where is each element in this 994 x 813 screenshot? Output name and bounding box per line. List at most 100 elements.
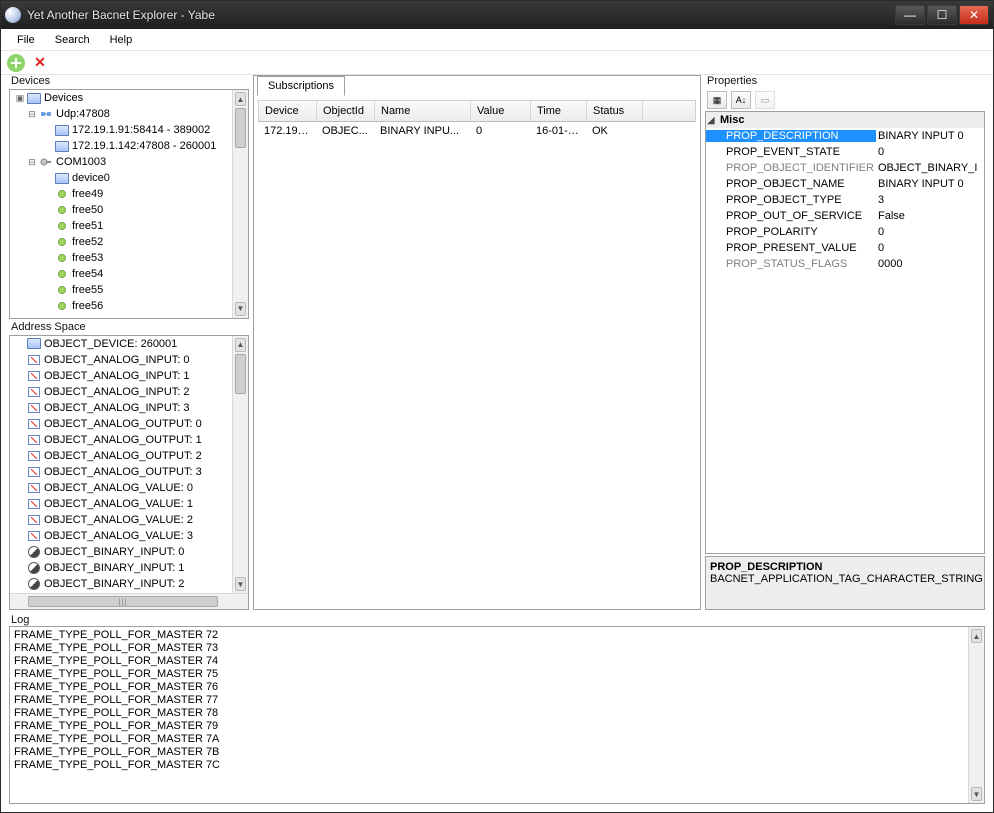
- free-node[interactable]: free56: [72, 300, 103, 312]
- property-value[interactable]: BINARY INPUT 0: [876, 178, 984, 190]
- maximize-button[interactable]: ☐: [927, 5, 957, 25]
- menu-help[interactable]: Help: [100, 31, 143, 49]
- property-key: PROP_DESCRIPTION: [706, 130, 876, 142]
- object-node[interactable]: OBJECT_BINARY_INPUT: 2: [44, 578, 184, 590]
- expander-icon[interactable]: ⊟: [26, 109, 38, 120]
- alphabetical-button[interactable]: A↓: [731, 91, 751, 109]
- property-key: PROP_OBJECT_NAME: [706, 178, 876, 190]
- free-node[interactable]: free53: [72, 252, 103, 264]
- free-slot-icon: [58, 206, 66, 214]
- address-space-tree[interactable]: OBJECT_DEVICE: 260001 OBJECT_ANALOG_INPU…: [10, 336, 248, 593]
- property-row[interactable]: PROP_EVENT_STATE0: [706, 144, 984, 160]
- log-output[interactable]: FRAME_TYPE_POLL_FOR_MASTER 72FRAME_TYPE_…: [9, 626, 985, 804]
- device-node[interactable]: device0: [72, 172, 110, 184]
- property-row[interactable]: PROP_DESCRIPTIONBINARY INPUT 0: [706, 128, 984, 144]
- subscription-row[interactable]: 172.19.1... OBJEC... BINARY INPU... 0 16…: [258, 122, 696, 142]
- property-row[interactable]: PROP_POLARITY0: [706, 224, 984, 240]
- col-time[interactable]: Time: [531, 101, 587, 121]
- scrollbar-vertical[interactable]: ▲▼: [232, 336, 248, 593]
- col-objectid[interactable]: ObjectId: [317, 101, 375, 121]
- property-category[interactable]: ◢Misc: [706, 112, 984, 128]
- devices-label: Devices: [9, 75, 249, 87]
- free-node[interactable]: free55: [72, 284, 103, 296]
- object-node[interactable]: OBJECT_ANALOG_INPUT: 2: [44, 386, 190, 398]
- minimize-button[interactable]: —: [895, 5, 925, 25]
- property-value[interactable]: 3: [876, 194, 984, 206]
- app-icon: [5, 7, 21, 23]
- device-node[interactable]: 172.19.1.142:47808 - 260001: [72, 140, 216, 152]
- col-name[interactable]: Name: [375, 101, 471, 121]
- property-row[interactable]: PROP_STATUS_FLAGS0000: [706, 256, 984, 272]
- categorized-button[interactable]: ▦: [707, 91, 727, 109]
- property-value[interactable]: BINARY INPUT 0: [876, 130, 984, 142]
- object-node[interactable]: OBJECT_ANALOG_OUTPUT: 2: [44, 450, 202, 462]
- object-node[interactable]: OBJECT_ANALOG_VALUE: 2: [44, 514, 193, 526]
- object-node[interactable]: OBJECT_ANALOG_VALUE: 1: [44, 498, 193, 510]
- tab-subscriptions[interactable]: Subscriptions: [257, 76, 345, 96]
- menu-file[interactable]: File: [7, 31, 45, 49]
- property-row[interactable]: PROP_OBJECT_NAMEBINARY INPUT 0: [706, 176, 984, 192]
- property-grid[interactable]: ◢Misc PROP_DESCRIPTIONBINARY INPUT 0PROP…: [705, 111, 985, 554]
- collapse-icon[interactable]: ◢: [706, 115, 716, 126]
- property-key: PROP_POLARITY: [706, 226, 876, 238]
- devices-root[interactable]: Devices: [44, 92, 83, 104]
- devices-tree[interactable]: ▣ Devices ⊟ Udp:47808 172.19.1.91:58414 - …: [10, 90, 248, 318]
- com-node[interactable]: COM1003: [56, 156, 106, 168]
- delete-button[interactable]: ✕: [31, 54, 49, 72]
- col-device[interactable]: Device: [259, 101, 317, 121]
- object-node[interactable]: OBJECT_ANALOG_OUTPUT: 3: [44, 466, 202, 478]
- property-key: PROP_OUT_OF_SERVICE: [706, 210, 876, 222]
- analog-icon: [28, 515, 40, 525]
- log-line: FRAME_TYPE_POLL_FOR_MASTER 79: [14, 720, 980, 733]
- object-node[interactable]: OBJECT_ANALOG_INPUT: 1: [44, 370, 190, 382]
- property-value[interactable]: 0000: [876, 258, 984, 270]
- object-node[interactable]: OBJECT_ANALOG_INPUT: 0: [44, 354, 190, 366]
- col-value[interactable]: Value: [471, 101, 531, 121]
- expander-icon[interactable]: ▣: [14, 93, 26, 104]
- scrollbar-horizontal[interactable]: |||: [10, 593, 248, 609]
- property-row[interactable]: PROP_OUT_OF_SERVICEFalse: [706, 208, 984, 224]
- udp-node[interactable]: Udp:47808: [56, 108, 110, 120]
- device-icon: [27, 338, 41, 349]
- property-row[interactable]: PROP_OBJECT_TYPE3: [706, 192, 984, 208]
- property-value[interactable]: 0: [876, 146, 984, 158]
- scrollbar-vertical[interactable]: ▲▼: [232, 90, 248, 318]
- subscriptions-panel: Subscriptions Device ObjectId Name Value…: [253, 75, 701, 610]
- property-row[interactable]: PROP_OBJECT_IDENTIFIEROBJECT_BINARY_I: [706, 160, 984, 176]
- object-node[interactable]: OBJECT_BINARY_INPUT: 0: [44, 546, 184, 558]
- scrollbar-vertical[interactable]: ▲▼: [968, 627, 984, 803]
- devices-icon: [27, 93, 41, 104]
- object-node[interactable]: OBJECT_ANALOG_VALUE: 3: [44, 530, 193, 542]
- object-node[interactable]: OBJECT_ANALOG_OUTPUT: 1: [44, 434, 202, 446]
- free-node[interactable]: free51: [72, 220, 103, 232]
- menu-search[interactable]: Search: [45, 31, 100, 49]
- analog-icon: [28, 355, 40, 365]
- object-node[interactable]: OBJECT_ANALOG_VALUE: 0: [44, 482, 193, 494]
- object-node[interactable]: OBJECT_BINARY_INPUT: 1: [44, 562, 184, 574]
- property-key: PROP_STATUS_FLAGS: [706, 258, 876, 270]
- free-node[interactable]: free49: [72, 188, 103, 200]
- free-slot-icon: [58, 238, 66, 246]
- free-node[interactable]: free52: [72, 236, 103, 248]
- object-node[interactable]: OBJECT_ANALOG_OUTPUT: 0: [44, 418, 202, 430]
- property-value[interactable]: 0: [876, 226, 984, 238]
- log-line: FRAME_TYPE_POLL_FOR_MASTER 77: [14, 694, 980, 707]
- expander-icon[interactable]: ⊟: [26, 157, 38, 168]
- col-status[interactable]: Status: [587, 101, 643, 121]
- device-icon: [55, 173, 69, 184]
- object-node[interactable]: OBJECT_ANALOG_INPUT: 3: [44, 402, 190, 414]
- close-button[interactable]: ✕: [959, 5, 989, 25]
- property-value[interactable]: 0: [876, 242, 984, 254]
- free-node[interactable]: free50: [72, 204, 103, 216]
- property-key: PROP_OBJECT_TYPE: [706, 194, 876, 206]
- device-node[interactable]: 172.19.1.91:58414 - 389002: [72, 124, 210, 136]
- add-button[interactable]: [7, 54, 25, 72]
- property-row[interactable]: PROP_PRESENT_VALUE0: [706, 240, 984, 256]
- device-icon: [55, 125, 69, 136]
- log-line: FRAME_TYPE_POLL_FOR_MASTER 75: [14, 668, 980, 681]
- property-value[interactable]: OBJECT_BINARY_I: [876, 162, 984, 174]
- property-value[interactable]: False: [876, 210, 984, 222]
- object-device[interactable]: OBJECT_DEVICE: 260001: [44, 338, 177, 350]
- free-node[interactable]: free54: [72, 268, 103, 280]
- analog-icon: [28, 499, 40, 509]
